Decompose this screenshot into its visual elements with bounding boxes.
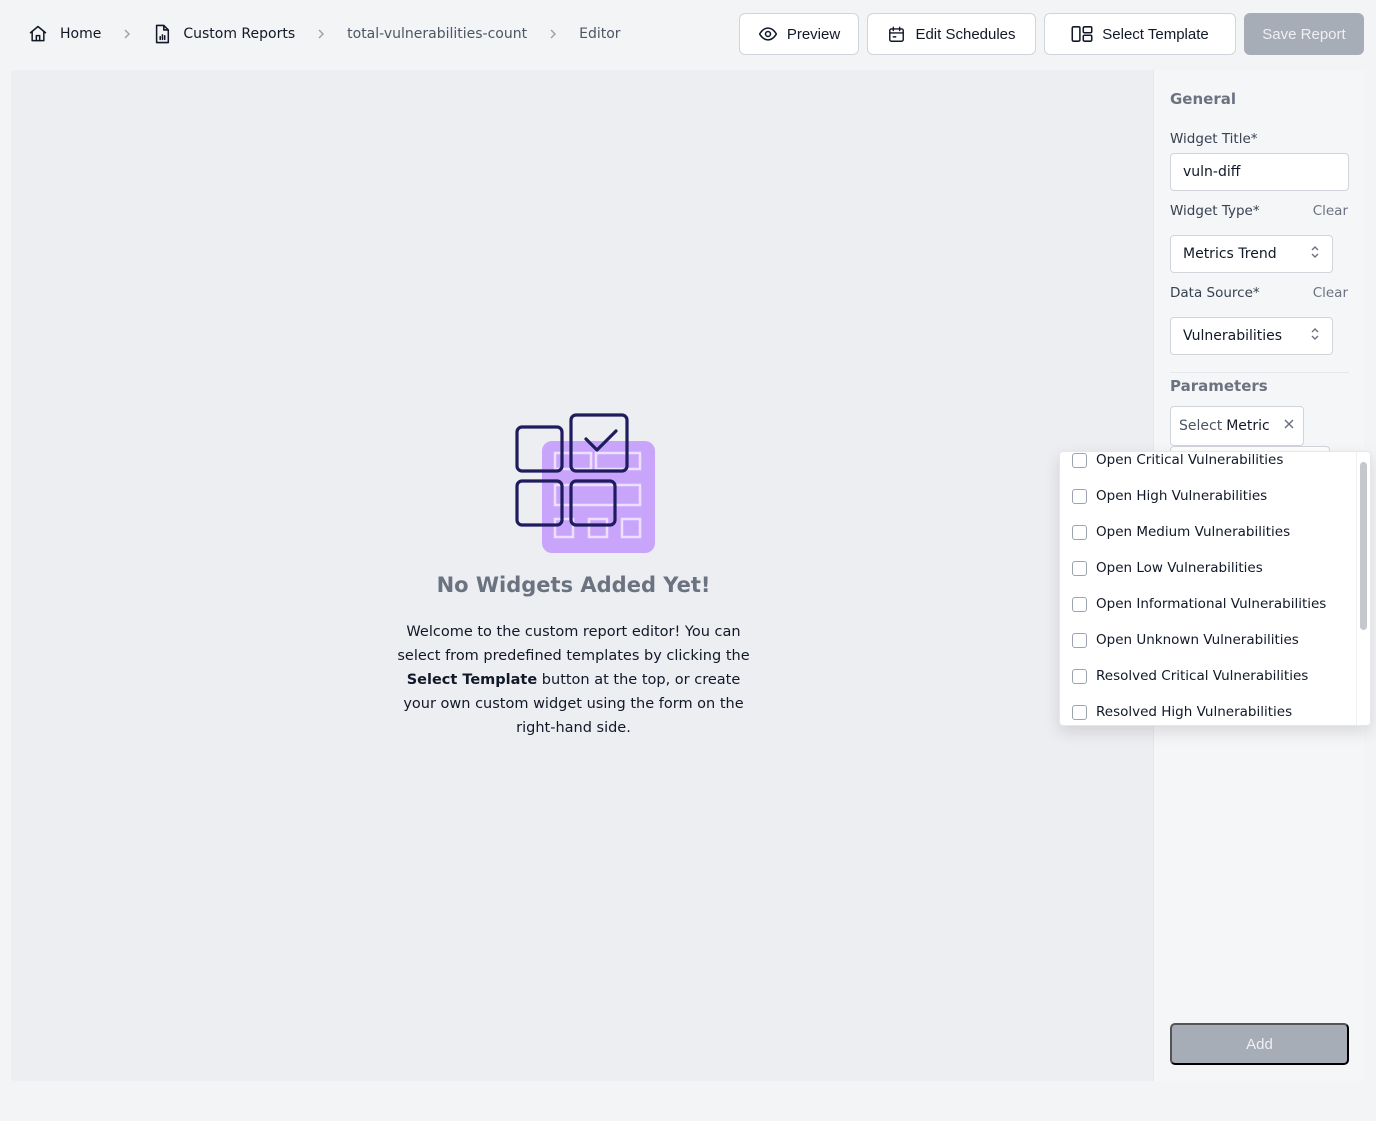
metric-option-label: Open Low Vulnerabilities bbox=[1096, 560, 1263, 576]
metric-option[interactable]: Open Unknown Vulnerabilities bbox=[1060, 622, 1358, 658]
breadcrumb-custom-reports[interactable]: Custom Reports bbox=[153, 22, 295, 46]
metric-select[interactable]: Select Metric bbox=[1170, 406, 1304, 446]
widget-type-select[interactable]: Metrics Trend bbox=[1170, 235, 1333, 273]
data-source-clear-link[interactable]: Clear bbox=[1313, 285, 1348, 301]
top-bar: Home Custom Reports total-vulnerabilitie… bbox=[0, 0, 1376, 70]
metric-option[interactable]: Open Critical Vulnerabilities bbox=[1060, 452, 1358, 478]
chevron-right-icon bbox=[527, 22, 579, 46]
section-divider bbox=[1170, 372, 1349, 373]
close-icon[interactable] bbox=[1283, 418, 1295, 434]
widgets-illustration bbox=[504, 413, 656, 559]
add-widget-button[interactable]: Add bbox=[1170, 1023, 1349, 1065]
metric-option[interactable]: Open Informational Vulnerabilities bbox=[1060, 586, 1358, 622]
parameters-section-title: Parameters bbox=[1170, 377, 1268, 395]
layout-template-icon bbox=[1071, 25, 1102, 43]
metric-option[interactable]: Open Low Vulnerabilities bbox=[1060, 550, 1358, 586]
checkbox[interactable] bbox=[1072, 632, 1087, 648]
checkbox[interactable] bbox=[1072, 488, 1087, 504]
widget-title-input[interactable]: vuln-diff bbox=[1170, 153, 1349, 191]
checkbox[interactable] bbox=[1072, 560, 1087, 576]
checkbox[interactable] bbox=[1072, 524, 1087, 540]
dropdown-scrollbar-thumb[interactable] bbox=[1360, 462, 1367, 630]
metric-dropdown: Open Critical Vulnerabilities Open High … bbox=[1059, 451, 1371, 726]
metric-select-label: Metric bbox=[1226, 418, 1270, 434]
chevron-right-icon bbox=[101, 22, 153, 46]
preview-button[interactable]: Preview bbox=[739, 13, 859, 55]
select-template-button-label: Select Template bbox=[1102, 25, 1209, 43]
widget-title-label: Widget Title* bbox=[1170, 131, 1258, 147]
home-icon bbox=[28, 24, 48, 44]
metric-option-label: Open Unknown Vulnerabilities bbox=[1096, 632, 1299, 648]
metric-select-placeholder: Select bbox=[1179, 418, 1223, 434]
metric-option[interactable]: Open High Vulnerabilities bbox=[1060, 478, 1358, 514]
edit-schedules-button-label: Edit Schedules bbox=[915, 25, 1016, 43]
metric-option-label: Open Informational Vulnerabilities bbox=[1096, 596, 1327, 612]
checkbox[interactable] bbox=[1072, 452, 1087, 468]
widget-type-value: Metrics Trend bbox=[1183, 246, 1277, 262]
breadcrumb-editor: Editor bbox=[579, 26, 621, 42]
calendar-icon bbox=[887, 25, 915, 44]
edit-schedules-button[interactable]: Edit Schedules bbox=[867, 13, 1036, 55]
breadcrumb-home-label: Home bbox=[60, 26, 102, 42]
dropdown-scrollbar[interactable] bbox=[1356, 452, 1370, 725]
metric-option-label: Resolved High Vulnerabilities bbox=[1096, 704, 1293, 720]
widget-type-clear-link[interactable]: Clear bbox=[1313, 203, 1348, 219]
widget-type-label: Widget Type* bbox=[1170, 203, 1260, 219]
metric-option-label: Resolved Critical Vulnerabilities bbox=[1096, 668, 1309, 684]
eye-icon bbox=[758, 24, 787, 44]
breadcrumb: Home Custom Reports total-vulnerabilitie… bbox=[28, 22, 621, 46]
preview-button-label: Preview bbox=[786, 25, 841, 43]
empty-text-bold: Select Template bbox=[406, 672, 538, 688]
report-canvas: No Widgets Added Yet! Welcome to the cus… bbox=[11, 70, 1153, 1081]
checkbox[interactable] bbox=[1072, 668, 1087, 684]
metric-option[interactable]: Resolved High Vulnerabilities bbox=[1060, 694, 1358, 725]
select-template-button[interactable]: Select Template bbox=[1044, 13, 1236, 55]
general-section-title: General bbox=[1170, 90, 1236, 108]
data-source-select[interactable]: Vulnerabilities bbox=[1170, 317, 1333, 355]
metric-option-label: Open Critical Vulnerabilities bbox=[1096, 452, 1284, 468]
metric-option[interactable]: Resolved Critical Vulnerabilities bbox=[1060, 658, 1358, 694]
metric-option-label: Open High Vulnerabilities bbox=[1096, 488, 1268, 504]
checkbox[interactable] bbox=[1072, 704, 1087, 720]
breadcrumb-custom-reports-label: Custom Reports bbox=[183, 26, 296, 42]
empty-text-intro: Welcome to the custom report editor! You… bbox=[397, 624, 750, 664]
empty-state-text: Welcome to the custom report editor! You… bbox=[396, 620, 751, 740]
save-report-button[interactable]: Save Report bbox=[1244, 13, 1364, 55]
breadcrumb-report[interactable]: total-vulnerabilities-count bbox=[347, 22, 527, 46]
metric-option[interactable]: Open Medium Vulnerabilities bbox=[1060, 514, 1358, 550]
checkbox[interactable] bbox=[1072, 596, 1087, 612]
breadcrumb-home[interactable]: Home bbox=[28, 22, 101, 46]
chevron-up-down-icon bbox=[1310, 244, 1320, 264]
chevron-right-icon bbox=[295, 22, 347, 46]
report-file-icon bbox=[153, 24, 171, 44]
chevron-up-down-icon bbox=[1310, 326, 1320, 346]
empty-state-title: No Widgets Added Yet! bbox=[436, 573, 711, 597]
data-source-value: Vulnerabilities bbox=[1183, 328, 1283, 344]
data-source-label: Data Source* bbox=[1170, 285, 1260, 301]
metric-option-label: Open Medium Vulnerabilities bbox=[1096, 524, 1291, 540]
